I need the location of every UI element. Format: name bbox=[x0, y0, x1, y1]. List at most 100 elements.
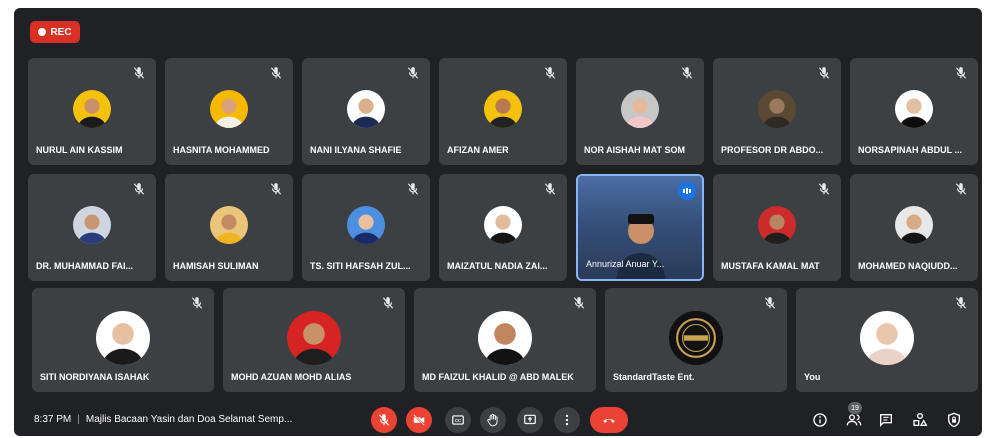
participant-avatar bbox=[210, 206, 248, 245]
participant-avatar bbox=[860, 310, 914, 365]
microphone-toggle-button[interactable] bbox=[371, 407, 397, 433]
people-icon bbox=[846, 414, 862, 426]
participant-tile[interactable]: StandardTaste Ent. bbox=[605, 288, 787, 392]
participant-avatar bbox=[484, 90, 522, 129]
meeting-info-separator: | bbox=[77, 414, 80, 425]
profile-photo bbox=[73, 90, 111, 129]
participant-name: MD FAIZUL KHALID @ ABD MALEK bbox=[422, 372, 574, 382]
participant-tile[interactable]: NOR AISHAH MAT SOM bbox=[576, 58, 704, 165]
participant-name: MUSTAFA KAMAL MAT bbox=[721, 261, 820, 271]
profile-photo bbox=[895, 206, 933, 245]
participant-grid-row-1: NURUL AIN KASSIM HASNITA MOHAMMED NANI ILY… bbox=[28, 58, 978, 165]
profile-photo bbox=[758, 90, 796, 129]
profile-photo bbox=[347, 90, 385, 129]
participant-tile[interactable]: MAIZATUL NADIA ZAI... bbox=[439, 174, 567, 281]
participant-avatar bbox=[96, 310, 150, 365]
participant-avatar bbox=[73, 90, 111, 129]
participant-name: HAMISAH SULIMAN bbox=[173, 261, 259, 271]
more-options-button[interactable] bbox=[554, 407, 580, 433]
mic-muted-icon bbox=[544, 183, 556, 195]
leave-call-button[interactable] bbox=[590, 407, 628, 433]
meeting-title: Majlis Bacaan Yasin dan Doa Selamat Semp… bbox=[85, 414, 293, 425]
bottom-toolbar: 8:37 PM | Majlis Bacaan Yasin dan Doa Sela… bbox=[14, 402, 982, 436]
participant-avatar bbox=[621, 90, 659, 129]
camera-toggle-button[interactable] bbox=[406, 407, 432, 433]
profile-photo bbox=[860, 310, 914, 365]
participant-avatar bbox=[758, 90, 796, 129]
participant-name: NANI ILYANA SHAFIE bbox=[310, 145, 402, 155]
participant-avatar bbox=[895, 90, 933, 129]
participant-tile[interactable]: MD FAIZUL KHALID @ ABD MALEK bbox=[414, 288, 596, 392]
participant-tile[interactable]: NORSAPINAH ABDUL ... bbox=[850, 58, 978, 165]
mic-muted-icon bbox=[955, 183, 967, 195]
mic-off-icon bbox=[378, 414, 390, 426]
participant-avatar bbox=[347, 206, 385, 245]
meeting-window: REC NURUL AIN KASSIM HASNITA MOHAMMED NANI… bbox=[14, 8, 982, 436]
activities-button[interactable] bbox=[910, 410, 930, 430]
profile-photo bbox=[621, 90, 659, 129]
participant-name: MOHAMED NAQIUDD... bbox=[858, 261, 958, 271]
captions-button[interactable]: CC bbox=[445, 407, 471, 433]
profile-photo bbox=[895, 90, 933, 129]
participant-tile[interactable]: Annurizal Anuar Y... bbox=[576, 174, 704, 281]
mic-muted-icon bbox=[270, 183, 282, 195]
mic-muted-icon bbox=[407, 183, 419, 195]
participant-avatar bbox=[73, 206, 111, 245]
activities-shapes-icon bbox=[913, 413, 928, 426]
profile-photo bbox=[210, 90, 248, 129]
meeting-details-button[interactable] bbox=[810, 410, 830, 430]
raise-hand-button[interactable] bbox=[480, 407, 506, 433]
mic-muted-icon bbox=[818, 183, 830, 195]
participant-tile[interactable]: NURUL AIN KASSIM bbox=[28, 58, 156, 165]
participant-tile[interactable]: SITI NORDIYANA ISAHAK bbox=[32, 288, 214, 392]
participant-avatar bbox=[758, 206, 796, 245]
participant-tile[interactable]: MOHD AZUAN MOHD ALIAS bbox=[223, 288, 405, 392]
profile-photo bbox=[347, 206, 385, 245]
mic-muted-icon bbox=[407, 67, 419, 79]
chat-icon bbox=[880, 414, 892, 427]
participant-name: NOR AISHAH MAT SOM bbox=[584, 145, 685, 155]
hand-icon bbox=[487, 413, 498, 427]
participant-tile[interactable]: TS. SITI HAFSAH ZUL... bbox=[302, 174, 430, 281]
participant-name: MAIZATUL NADIA ZAI... bbox=[447, 261, 548, 271]
info-icon bbox=[813, 413, 827, 427]
chat-button[interactable] bbox=[876, 410, 896, 430]
participant-name: SITI NORDIYANA ISAHAK bbox=[40, 372, 150, 382]
camera-off-icon bbox=[413, 414, 425, 426]
more-vertical-icon bbox=[565, 414, 569, 426]
present-icon bbox=[524, 414, 536, 425]
profile-photo bbox=[758, 206, 796, 245]
participant-tile[interactable]: DR. MUHAMMAD FAI... bbox=[28, 174, 156, 281]
participant-name: DR. MUHAMMAD FAI... bbox=[36, 261, 133, 271]
mic-muted-icon bbox=[382, 297, 394, 309]
participant-name: NORSAPINAH ABDUL ... bbox=[858, 145, 963, 155]
present-screen-button[interactable] bbox=[517, 407, 543, 433]
participant-name: PROFESOR DR ABDO... bbox=[721, 145, 824, 155]
participant-tile[interactable]: AFIZAN AMER bbox=[439, 58, 567, 165]
participant-tile[interactable]: MOHAMED NAQIUDD... bbox=[850, 174, 978, 281]
host-controls-button[interactable] bbox=[944, 410, 964, 430]
participant-tile[interactable]: PROFESOR DR ABDO... bbox=[713, 58, 841, 165]
record-dot-icon bbox=[38, 28, 47, 36]
participant-tile[interactable]: HAMISAH SULIMAN bbox=[165, 174, 293, 281]
mic-muted-icon bbox=[955, 297, 967, 309]
participant-tile[interactable]: HASNITA MOHAMMED bbox=[165, 58, 293, 165]
hang-up-icon bbox=[603, 418, 615, 423]
profile-photo bbox=[484, 90, 522, 129]
participant-avatar bbox=[895, 206, 933, 245]
meeting-info: 8:37 PM | Majlis Bacaan Yasin dan Doa Sela… bbox=[34, 414, 292, 425]
participant-tile[interactable]: You bbox=[796, 288, 978, 392]
participant-name: HASNITA MOHAMMED bbox=[173, 145, 270, 155]
mic-muted-icon bbox=[764, 297, 776, 309]
profile-photo bbox=[210, 206, 248, 245]
profile-photo bbox=[478, 310, 532, 365]
mic-muted-icon bbox=[955, 67, 967, 79]
mic-muted-icon bbox=[681, 67, 693, 79]
mic-muted-icon bbox=[573, 297, 585, 309]
mic-muted-icon bbox=[544, 67, 556, 79]
participant-tile[interactable]: MUSTAFA KAMAL MAT bbox=[713, 174, 841, 281]
mic-muted-icon bbox=[270, 67, 282, 79]
participant-tile[interactable]: NANI ILYANA SHAFIE bbox=[302, 58, 430, 165]
participant-name: AFIZAN AMER bbox=[447, 145, 509, 155]
people-button[interactable]: 19 bbox=[844, 402, 864, 430]
